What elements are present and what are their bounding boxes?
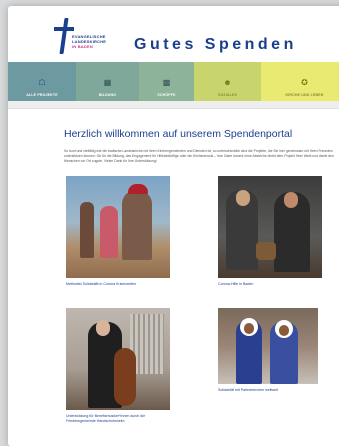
nav-item-bildung[interactable]: ▦ BILDUNG (76, 62, 139, 101)
people-icon: ☻ (223, 78, 232, 87)
nav-item-kirche-und-leben[interactable]: ✪ KIRCHE UND LEBEN (261, 62, 339, 101)
nav-item-schoepfe[interactable]: ▩ SCHÖPFE (139, 62, 194, 101)
torch-icon: ✪ (301, 78, 308, 87)
nav-label: SOZIALES (217, 93, 238, 97)
welcome-heading: Herzlich willkommen auf unserem Spendenp… (64, 128, 293, 140)
logo-text: EVANGELISCHE LANDESKIRCHE IN BADEN (72, 34, 106, 49)
nav-item-soziales[interactable]: ☻ SOZIALES (194, 62, 261, 101)
project-card[interactable]: Unterstützung für Benefizmusiker*innen d… (66, 308, 170, 424)
cross-icon (54, 18, 74, 54)
project-caption[interactable]: Methodist Solidarität in Corona Krisenze… (66, 282, 170, 287)
nav-sub-bar (8, 101, 339, 109)
project-caption[interactable]: Corona-Hilfe in Baden (218, 282, 322, 287)
nav-label: SCHÖPFE (157, 93, 176, 97)
project-card[interactable]: Corona-Hilfe in Baden (218, 176, 322, 287)
project-caption[interactable]: Solidarität mit Partnerkirchen weltweit (218, 388, 322, 393)
intro-text: So bunt und vielfältig wie die badische … (64, 149, 334, 163)
project-image[interactable] (66, 308, 170, 410)
project-image[interactable] (66, 176, 170, 278)
project-card[interactable]: Solidarität mit Partnerkirchen weltweit (218, 308, 322, 393)
project-image[interactable] (218, 176, 322, 278)
project-grid: Methodist Solidarität in Corona Krisenze… (64, 176, 339, 436)
nav-label: ALLE PROJEKTE (26, 93, 58, 97)
main-content: Herzlich willkommen auf unserem Spendenp… (64, 110, 339, 436)
nav-label: KIRCHE UND LEBEN (285, 93, 324, 97)
main-nav: ☖ ALLE PROJEKTE ▦ BILDUNG ▩ SCHÖPFE ☻ SO… (8, 62, 339, 101)
book-icon: ▦ (103, 78, 112, 87)
nav-label: BILDUNG (98, 93, 117, 97)
nav-item-alle-projekte[interactable]: ☖ ALLE PROJEKTE (8, 62, 76, 101)
project-image[interactable] (218, 308, 318, 384)
page: EVANGELISCHE LANDESKIRCHE IN BADEN Gutes… (8, 6, 339, 446)
header: EVANGELISCHE LANDESKIRCHE IN BADEN Gutes… (8, 6, 339, 62)
logo-line-3: IN BADEN (72, 44, 93, 49)
grid-icon: ▩ (162, 78, 171, 87)
home-icon: ☖ (38, 78, 46, 87)
project-caption[interactable]: Unterstützung für Benefizmusiker*innen d… (66, 414, 170, 424)
church-logo[interactable]: EVANGELISCHE LANDESKIRCHE IN BADEN (54, 18, 124, 58)
site-title[interactable]: Gutes Spenden (134, 36, 297, 54)
project-card[interactable]: Methodist Solidarität in Corona Krisenze… (66, 176, 170, 287)
